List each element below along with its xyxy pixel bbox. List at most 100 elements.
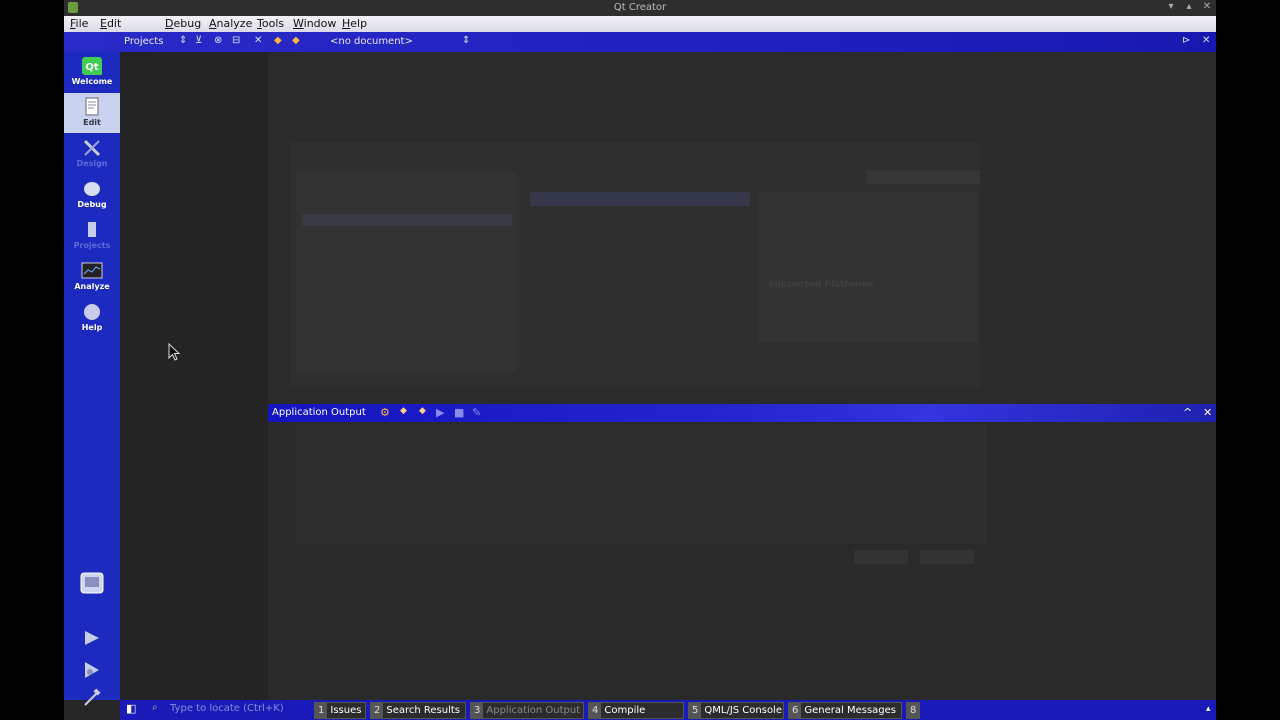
close-pane-icon[interactable]: ✕	[1203, 406, 1212, 419]
split-icon[interactable]: ⊟	[232, 35, 240, 46]
tab-label: Application Output	[486, 705, 581, 716]
mode-analyze-label: Analyze	[74, 282, 110, 291]
menu-debug[interactable]: Debug	[165, 17, 201, 30]
output-pane-title: Application Output	[272, 407, 366, 418]
tab-number: 1	[315, 703, 328, 718]
menu-edit[interactable]: Edit	[100, 17, 121, 30]
projects-dropdown-icon[interactable]: ⇕	[179, 35, 187, 46]
output-tab-search-results[interactable]: 2 Search Results	[370, 702, 466, 719]
wizard-selected-template	[530, 192, 750, 206]
projects-selector[interactable]: Projects	[124, 36, 163, 47]
toggle-output-pane-icon[interactable]: ▴	[1206, 704, 1211, 714]
wizard-description-panel	[758, 192, 978, 342]
maximize-pane-icon[interactable]: ^	[1183, 406, 1192, 419]
forward-icon[interactable]: ◆	[292, 35, 300, 46]
stop-icon[interactable]: ■	[454, 406, 464, 419]
locator-input[interactable]: Type to locate (Ctrl+K)	[170, 703, 326, 717]
document-dropdown-icon[interactable]: ⇕	[462, 35, 470, 46]
output-next-icon[interactable]: ◆	[419, 406, 426, 416]
output-tab-general-messages[interactable]: 6 General Messages	[788, 702, 902, 719]
mode-edit-label: Edit	[83, 118, 101, 127]
kit-selector-icon[interactable]	[80, 572, 104, 594]
output-tab-compile-output[interactable]: 4Compile Output	[588, 702, 684, 719]
wizard-selected-category	[302, 214, 512, 226]
mode-analyze[interactable]: Analyze	[64, 257, 120, 297]
close-sidebar-icon[interactable]: ✕	[254, 35, 262, 46]
run-icon[interactable]	[82, 629, 102, 647]
supported-platforms-label: Supported Platforms	[768, 280, 874, 290]
tab-number: 2	[371, 703, 384, 718]
menu-help[interactable]: Help	[342, 17, 367, 30]
output-pane-header: Application Output ⚙ ◆ ◆ ▶ ■ ✎ ^ ✕	[268, 404, 1216, 422]
editor-toolbar: Projects ⇕ ⊻ ⊗ ⊟ ✕ ◆ ◆ <no document> ⇕ ⊳…	[64, 32, 1216, 52]
menu-bar: File Edit Debug Analyze Tools Window Hel…	[64, 16, 1216, 32]
wizard-ghost-lower	[296, 424, 986, 544]
output-tab-qml-js-console[interactable]: 5 QML/JS Console	[688, 702, 784, 719]
document-selector[interactable]: <no document>	[330, 36, 413, 47]
reattach-icon[interactable]: ⚙	[380, 406, 390, 419]
mode-help[interactable]: Help	[64, 298, 120, 338]
mode-projects[interactable]: Projects	[64, 216, 120, 256]
tab-number: 5	[689, 703, 702, 718]
maximize-icon[interactable]: ▴	[1182, 1, 1196, 15]
wizard-cancel-button-ghost	[920, 550, 974, 564]
help-globe-icon	[84, 304, 100, 320]
tab-label: QML/JS Console	[704, 705, 782, 716]
window-title: Qt Creator	[613, 2, 667, 13]
debug-run-icon[interactable]	[82, 660, 102, 680]
build-hammer-icon[interactable]	[82, 688, 102, 708]
mode-selector: Qt Welcome Edit Design Debug Projects An…	[64, 52, 120, 706]
projects-sidebar[interactable]	[120, 52, 268, 700]
menu-analyze[interactable]: Analyze	[209, 17, 252, 30]
edit-document-icon	[85, 97, 99, 116]
split-editor-icon[interactable]: ⊳	[1182, 35, 1190, 46]
clear-output-icon[interactable]: ✎	[472, 406, 481, 419]
qt-creator-window: Qt Creator ▾ ▴ ✕ File Edit Debug Analyze…	[64, 0, 1216, 720]
debug-bug-icon	[84, 182, 100, 196]
tab-label: General Messages	[804, 705, 897, 716]
design-pencil-icon	[83, 139, 101, 157]
link-icon[interactable]: ⊗	[214, 35, 222, 46]
wizard-choose-button-ghost	[854, 550, 908, 564]
tab-number: 3	[471, 703, 484, 718]
mode-help-label: Help	[81, 323, 103, 332]
output-prev-icon[interactable]: ◆	[400, 406, 407, 416]
tab-label: Issues	[330, 705, 362, 716]
svg-text:Qt: Qt	[85, 62, 99, 73]
menu-file[interactable]: File	[70, 17, 88, 30]
output-tab-application-output[interactable]: 3 Application Output	[470, 702, 584, 719]
title-bar: Qt Creator ▾ ▴ ✕	[64, 0, 1216, 16]
menu-tools[interactable]: Tools	[257, 17, 284, 30]
mode-welcome[interactable]: Qt Welcome	[64, 52, 120, 92]
mode-debug-label: Debug	[77, 200, 107, 209]
locator-search-icon: ⌕	[152, 702, 158, 713]
editor-area[interactable]: Supported Platforms	[268, 52, 1216, 404]
filter-icon[interactable]: ⊻	[195, 35, 202, 46]
tab-number: 8	[907, 703, 920, 718]
toggle-sidebar-icon[interactable]: ◧	[126, 702, 136, 715]
mode-welcome-label: Welcome	[71, 77, 113, 86]
rerun-icon[interactable]: ▶	[436, 406, 444, 419]
menu-window[interactable]: Window	[293, 17, 336, 30]
wizard-filter-dropdown	[866, 170, 980, 184]
tab-number: 4	[589, 703, 602, 718]
close-icon[interactable]: ✕	[1200, 1, 1214, 15]
back-icon[interactable]: ◆	[274, 35, 282, 46]
qt-logo-icon: Qt	[82, 57, 102, 75]
status-bar: ◧ ⌕ Type to locate (Ctrl+K) 1 Issues 2 Sea…	[120, 700, 1216, 720]
mode-debug[interactable]: Debug	[64, 175, 120, 215]
minimize-icon[interactable]: ▾	[1164, 1, 1178, 15]
mode-design-label: Design	[76, 159, 108, 168]
mode-edit[interactable]: Edit	[64, 93, 120, 133]
output-tab-issues[interactable]: 1 Issues	[314, 702, 366, 719]
tab-number: 6	[789, 703, 802, 718]
mouse-cursor-icon	[168, 343, 180, 361]
analyze-monitor-icon	[81, 262, 103, 279]
mode-design[interactable]: Design	[64, 134, 120, 174]
output-tab-8[interactable]: 8	[906, 702, 920, 719]
application-output-pane[interactable]	[268, 422, 1216, 700]
close-document-icon[interactable]: ✕	[1202, 35, 1210, 46]
mode-projects-label: Projects	[73, 241, 111, 250]
tab-label: Search Results	[386, 705, 461, 716]
wizard-template-list	[296, 172, 516, 372]
